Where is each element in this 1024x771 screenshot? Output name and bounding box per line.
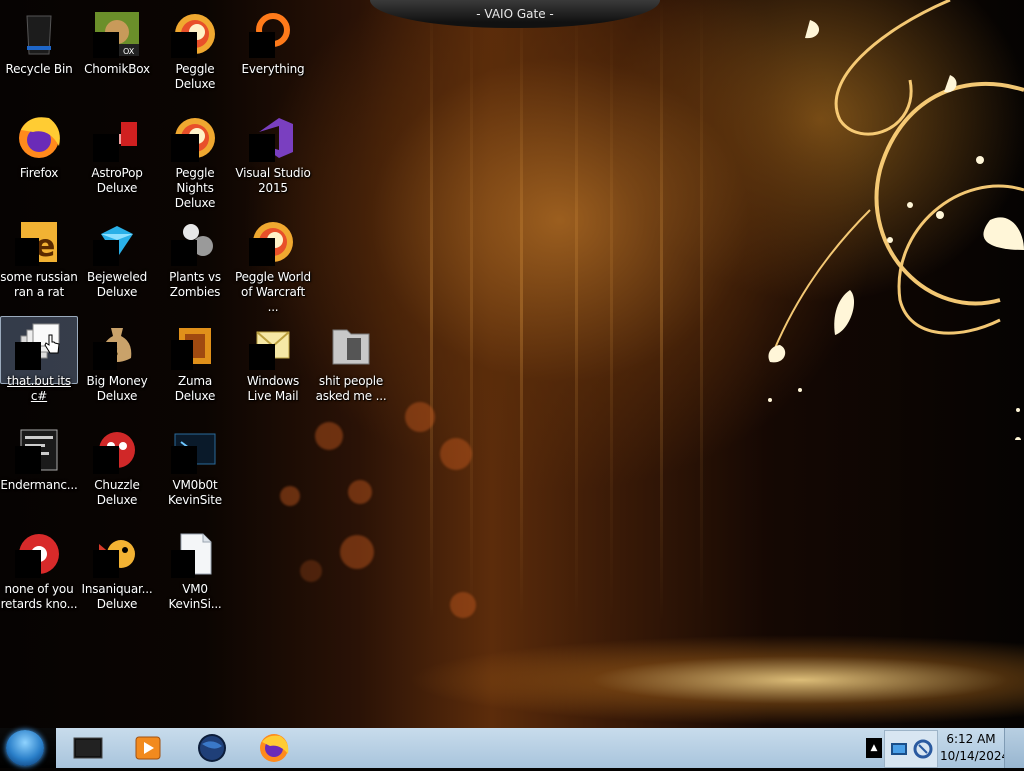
globe-app-icon[interactable] bbox=[188, 732, 236, 764]
redaction-block bbox=[171, 446, 197, 474]
dark-box-app-icon[interactable] bbox=[64, 732, 112, 764]
sync-icon bbox=[913, 739, 933, 759]
desktop-icon-label: Recycle Bin bbox=[5, 62, 73, 76]
redaction-block bbox=[15, 550, 41, 578]
desktop-icon[interactable]: e some russian ran a rat bbox=[0, 212, 78, 312]
media-player-icon[interactable] bbox=[124, 732, 172, 764]
desktop-icon-label: Endermanc... bbox=[0, 478, 78, 492]
redaction-block bbox=[249, 238, 275, 266]
redaction-block bbox=[171, 134, 199, 162]
desktop-icon-label: AstroPop Deluxe bbox=[91, 166, 143, 195]
redaction-block bbox=[15, 342, 41, 370]
desktop-icon[interactable]: shit people asked me ... bbox=[312, 316, 390, 416]
desktop-icon[interactable]: AstroPop Deluxe bbox=[78, 108, 156, 208]
desktop-icon-label: that.but its c# bbox=[7, 374, 71, 403]
recycle-bin-icon bbox=[15, 10, 63, 58]
redaction-block bbox=[15, 238, 39, 266]
desktop-icon-label: Peggle World of Warcraft ... bbox=[235, 270, 311, 314]
desktop-icon[interactable]: that.but its c# bbox=[0, 316, 78, 416]
clock-date: 10/14/2024 bbox=[940, 749, 1010, 763]
desktop-icon[interactable]: Insaniquar... Deluxe bbox=[78, 524, 156, 624]
redaction-block bbox=[93, 342, 117, 370]
redaction-block bbox=[93, 32, 119, 58]
desktop-icon[interactable]: $Big Money Deluxe bbox=[78, 316, 156, 416]
desktop-icon[interactable]: Everything bbox=[234, 4, 312, 104]
desktop-icon[interactable]: Firefox bbox=[0, 108, 78, 208]
redaction-block bbox=[249, 32, 275, 58]
desktop-icon-label: shit people asked me ... bbox=[315, 374, 387, 403]
desktop-icon-label: Zuma Deluxe bbox=[174, 374, 216, 403]
show-desktop-button[interactable] bbox=[1004, 728, 1024, 768]
clock-time: 6:12 AM bbox=[946, 732, 996, 746]
system-tray: ▲ 6:12 AM 10/14/2024 bbox=[864, 728, 1024, 768]
redaction-block bbox=[171, 340, 193, 370]
desktop-icon[interactable]: Endermanc... bbox=[0, 420, 78, 520]
desktop-icon[interactable]: Recycle Bin bbox=[0, 4, 78, 104]
desktop-icon[interactable]: Visual Studio 2015 bbox=[234, 108, 312, 208]
desktop-icon[interactable]: none of you retards kno... bbox=[0, 524, 78, 624]
desktop-icon-label: Big Money Deluxe bbox=[86, 374, 148, 403]
desktop-icon[interactable]: Peggle Nights Deluxe bbox=[156, 108, 234, 210]
desktop-icon[interactable]: Bejeweled Deluxe bbox=[78, 212, 156, 312]
redaction-block bbox=[93, 550, 119, 578]
desktop-icon-label: VM0 KevinSi... bbox=[168, 582, 222, 611]
desktop-icon-label: VM0b0t KevinSite bbox=[168, 478, 222, 507]
folder-icon bbox=[327, 322, 375, 370]
desktop-icon[interactable]: Plants vs Zombies bbox=[156, 212, 234, 312]
desktop-icon-label: some russian ran a rat bbox=[0, 270, 78, 299]
redaction-block bbox=[93, 134, 119, 162]
desktop-icon[interactable]: OX ChomikBox bbox=[78, 4, 156, 104]
taskbar: ▲ 6:12 AM 10/14/2024 bbox=[0, 728, 1024, 768]
desktop-icon-label: Everything bbox=[241, 62, 305, 76]
network-icon bbox=[891, 743, 907, 755]
redaction-block bbox=[249, 134, 275, 162]
firefox-icon bbox=[15, 114, 63, 162]
windows-start-orb-icon[interactable] bbox=[6, 730, 44, 766]
desktop-icon[interactable]: Zuma Deluxe bbox=[156, 316, 234, 416]
desktop-icon[interactable]: Peggle Deluxe bbox=[156, 4, 234, 104]
redaction-block bbox=[93, 446, 119, 474]
desktop-icon-label: Insaniquar... Deluxe bbox=[81, 582, 153, 611]
redaction-block bbox=[171, 550, 195, 578]
taskbar-clock[interactable]: 6:12 AM 10/14/2024 bbox=[940, 728, 1010, 768]
tray-icons bbox=[884, 730, 938, 768]
desktop-icon-label: Visual Studio 2015 bbox=[235, 166, 311, 195]
tray-overflow-button[interactable]: ▲ bbox=[866, 738, 882, 758]
hand-cursor-icon bbox=[44, 334, 60, 354]
firefox-icon[interactable] bbox=[250, 732, 298, 764]
redaction-block bbox=[171, 240, 197, 266]
desktop-icon[interactable]: Chuzzle Deluxe bbox=[78, 420, 156, 520]
redaction-block bbox=[15, 446, 41, 474]
desktop-icon[interactable]: Peggle World of Warcraft ... bbox=[234, 212, 312, 314]
redaction-block bbox=[249, 344, 275, 370]
desktop-icon-label: Firefox bbox=[19, 166, 59, 180]
desktop-icon-label: none of you retards kno... bbox=[0, 582, 78, 611]
taskbar-task-area bbox=[56, 728, 864, 768]
desktop-icon-label: Peggle Deluxe bbox=[174, 62, 216, 91]
desktop-icon-label: Windows Live Mail bbox=[246, 374, 300, 403]
desktop-icon[interactable]: Windows Live Mail bbox=[234, 316, 312, 416]
desktop-icon-label: Chuzzle Deluxe bbox=[94, 478, 140, 507]
redaction-block bbox=[93, 240, 119, 266]
svg-text:OX: OX bbox=[123, 47, 135, 56]
desktop-icon-label: Plants vs Zombies bbox=[169, 270, 221, 299]
redaction-block bbox=[171, 32, 197, 58]
wallpaper-swirl-decoration bbox=[768, 0, 1024, 440]
desktop-icon[interactable]: VM0b0t KevinSite bbox=[156, 420, 234, 520]
desktop-icon[interactable]: VM0 KevinSi... bbox=[156, 524, 234, 624]
desktop-icon-label: Peggle Nights Deluxe bbox=[174, 166, 216, 210]
desktop-icon-label: Bejeweled Deluxe bbox=[86, 270, 148, 299]
desktop-icon-label: ChomikBox bbox=[84, 62, 150, 76]
